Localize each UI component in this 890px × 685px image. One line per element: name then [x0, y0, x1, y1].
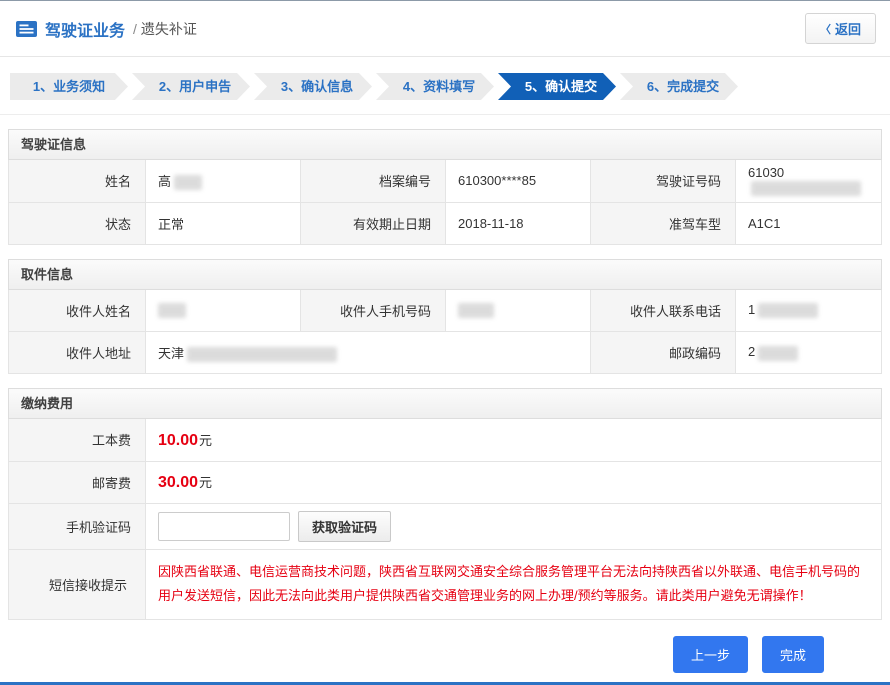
pickup-row-2: 收件人地址 天津 邮政编码 2	[9, 332, 882, 374]
back-button[interactable]: 〈 返回	[805, 13, 876, 44]
footer-actions: 上一步 完成	[8, 636, 824, 673]
page-title: 驾驶证业务	[45, 17, 125, 41]
section-pickup-info: 取件信息 收件人姓名 收件人手机号码 收件人联系电话 1 收件人地址	[8, 259, 882, 375]
expiry-value: 2018-11-18	[446, 202, 591, 244]
sms-notice-text: 因陕西省联通、电信运营商技术问题，陕西省互联网交通安全综合服务管理平台无法向持陕…	[158, 560, 863, 609]
name-value: 高	[146, 160, 301, 202]
redacted-block	[758, 346, 798, 361]
license-no-value: 61030	[736, 160, 882, 202]
license-info-table: 姓名 高 档案编号 610300****85 驾驶证号码 61030 状态 正常…	[8, 160, 882, 245]
postage-fee-value: 30.00元	[146, 461, 882, 503]
postage-fee-label: 邮寄费	[9, 461, 146, 503]
sms-code-row: 手机验证码 获取验证码	[9, 503, 882, 549]
finish-button[interactable]: 完成	[762, 636, 824, 673]
address-value-text: 天津	[158, 346, 184, 361]
fee-unit: 元	[199, 475, 212, 490]
recipient-phone-value	[446, 290, 591, 332]
redacted-block	[458, 303, 494, 318]
get-code-button[interactable]: 获取验证码	[298, 511, 391, 542]
page-container: 驾驶证业务 /遗失补证 〈 返回 1、业务须知 2、用户申告 3、确认信息 4、…	[0, 0, 890, 685]
payment-table: 工本费 10.00元 邮寄费 30.00元 手机验证码 获取验证码	[8, 419, 882, 620]
vehicle-type-label: 准驾车型	[591, 202, 736, 244]
section-license-info: 驾驶证信息 姓名 高 档案编号 610300****85 驾驶证号码 61030…	[8, 129, 882, 245]
step-confirm-info[interactable]: 3、确认信息	[254, 73, 372, 100]
name-label: 姓名	[9, 160, 146, 202]
sms-code-label: 手机验证码	[9, 503, 146, 549]
recipient-phone-label: 收件人手机号码	[301, 290, 446, 332]
step-confirm-submit[interactable]: 5、确认提交	[498, 73, 616, 100]
postage-fee-amount: 30.00	[158, 474, 198, 491]
step-business-notice[interactable]: 1、业务须知	[10, 73, 128, 100]
back-arrow-icon: 〈	[820, 21, 831, 37]
fee-unit: 元	[199, 433, 212, 448]
license-no-label: 驾驶证号码	[591, 160, 736, 202]
redacted-block	[751, 181, 861, 196]
address-value: 天津	[146, 332, 591, 374]
breadcrumb-separator: /	[133, 21, 137, 37]
redacted-block	[187, 347, 337, 362]
step-navigation: 1、业务须知 2、用户申告 3、确认信息 4、资料填写 5、确认提交 6、完成提…	[0, 57, 890, 115]
pickup-section-title: 取件信息	[8, 259, 882, 290]
recipient-name-label: 收件人姓名	[9, 290, 146, 332]
breadcrumb-subtitle: /遗失补证	[133, 19, 197, 39]
redacted-block	[758, 303, 818, 318]
file-no-value: 610300****85	[446, 160, 591, 202]
zip-value: 2	[736, 332, 882, 374]
status-value: 正常	[146, 202, 301, 244]
step-fill-materials[interactable]: 4、资料填写	[376, 73, 494, 100]
sms-notice-label: 短信接收提示	[9, 549, 146, 619]
sms-notice-row: 短信接收提示 因陕西省联通、电信运营商技术问题，陕西省互联网交通安全综合服务管理…	[9, 549, 882, 619]
expiry-label: 有效期止日期	[301, 202, 446, 244]
recipient-tel-label: 收件人联系电话	[591, 290, 736, 332]
zip-label: 邮政编码	[591, 332, 736, 374]
section-payment: 缴纳费用 工本费 10.00元 邮寄费 30.00元 手机验证码	[8, 388, 882, 620]
redacted-block	[174, 175, 202, 190]
production-fee-amount: 10.00	[158, 432, 198, 449]
breadcrumb-current: 遗失补证	[141, 21, 197, 37]
payment-section-title: 缴纳费用	[8, 388, 882, 419]
recipient-tel-value: 1	[736, 290, 882, 332]
step-complete-submit[interactable]: 6、完成提交	[620, 73, 738, 100]
step-user-declaration[interactable]: 2、用户申告	[132, 73, 250, 100]
recipient-tel-value-text: 1	[748, 302, 755, 317]
status-label: 状态	[9, 202, 146, 244]
production-fee-row: 工本费 10.00元	[9, 419, 882, 461]
vehicle-type-value: A1C1	[736, 202, 882, 244]
pickup-row-1: 收件人姓名 收件人手机号码 收件人联系电话 1	[9, 290, 882, 332]
production-fee-value: 10.00元	[146, 419, 882, 461]
redacted-block	[158, 303, 186, 318]
header-bar: 驾驶证业务 /遗失补证 〈 返回	[0, 1, 890, 57]
license-row-2: 状态 正常 有效期止日期 2018-11-18 准驾车型 A1C1	[9, 202, 882, 244]
prev-step-button[interactable]: 上一步	[673, 636, 748, 673]
postage-fee-row: 邮寄费 30.00元	[9, 461, 882, 503]
file-no-label: 档案编号	[301, 160, 446, 202]
recipient-name-value	[146, 290, 301, 332]
name-value-text: 高	[158, 174, 171, 189]
sms-code-input[interactable]	[158, 512, 290, 541]
zip-value-text: 2	[748, 344, 755, 359]
license-section-title: 驾驶证信息	[8, 129, 882, 160]
license-row-1: 姓名 高 档案编号 610300****85 驾驶证号码 61030	[9, 160, 882, 202]
sms-notice-cell: 因陕西省联通、电信运营商技术问题，陕西省互联网交通安全综合服务管理平台无法向持陕…	[146, 549, 882, 619]
license-no-value-text: 61030	[748, 165, 784, 180]
main-content: 驾驶证信息 姓名 高 档案编号 610300****85 驾驶证号码 61030…	[0, 129, 890, 673]
document-list-icon	[16, 21, 37, 37]
pickup-info-table: 收件人姓名 收件人手机号码 收件人联系电话 1 收件人地址 天津 邮政编码 2	[8, 290, 882, 375]
address-label: 收件人地址	[9, 332, 146, 374]
back-button-label: 返回	[835, 19, 861, 38]
title-group: 驾驶证业务 /遗失补证	[16, 17, 197, 41]
sms-code-cell: 获取验证码	[146, 503, 882, 549]
production-fee-label: 工本费	[9, 419, 146, 461]
